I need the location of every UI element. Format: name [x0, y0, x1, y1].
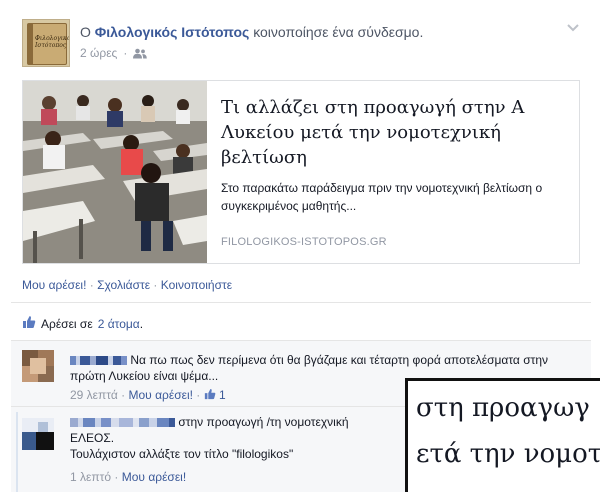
- page-name-link[interactable]: Φιλολογικός Ιστότοπος: [95, 24, 250, 40]
- likes-summary: Αρέσει σε 2 άτομα.: [22, 315, 143, 332]
- link-description: Στο παρακάτω παράδειγμα πριν την νομοτεχ…: [221, 181, 543, 213]
- comment-button[interactable]: Σχολιάστε: [97, 278, 150, 292]
- comment-2-like-button[interactable]: Μου αρέσει!: [122, 470, 186, 484]
- thumbs-up-icon: [22, 315, 36, 332]
- action-separator: ·: [153, 278, 158, 292]
- likes-suffix: .: [139, 316, 144, 331]
- comment-2-time[interactable]: 1 λεπτό: [70, 470, 111, 484]
- book-logo-icon: Φιλολογικός Ιστότοπος: [27, 23, 69, 65]
- like-button[interactable]: Μου αρέσει!: [22, 278, 86, 292]
- commenter-name-blurred[interactable]: [70, 415, 178, 429]
- headline-prefix: Ο: [80, 24, 91, 40]
- comment-1-meta: 29 λεπτά · Μου αρέσει! · 1: [70, 388, 226, 402]
- audience-friends-icon[interactable]: [133, 48, 148, 59]
- reply-indent-line: [16, 412, 18, 492]
- page-avatar[interactable]: Φιλολογικός Ιστότοπος: [22, 19, 70, 67]
- likes-count-link[interactable]: 2 άτομα: [98, 317, 140, 331]
- link-preview-card[interactable]: Τι αλλάζει στη προαγωγή στην Α Λυκείου μ…: [22, 80, 580, 264]
- commenter-name-blurred[interactable]: [70, 353, 130, 367]
- comment-2-text-line3: Τουλάχιστον αλλάξτε τον τίτλο "filologik…: [70, 447, 294, 461]
- feed-post: Φιλολογικός Ιστότοπος Ο Φιλολογικός Ιστό…: [0, 0, 600, 492]
- zoom-inset: στη προαγωγ ετά την νομοτ: [405, 378, 600, 492]
- zoom-line-1: στη προαγωγ: [416, 393, 590, 423]
- divider: [11, 302, 591, 303]
- comment-2-text-line1: στην προαγωγή /τη νομοτεχνική: [178, 415, 349, 429]
- comment-2-text-line2: ΕΛΕΟΣ.: [70, 431, 115, 445]
- post-headline: Ο Φιλολογικός Ιστότοπος κοινοποίησε ένα …: [80, 24, 423, 40]
- meta-separator: ·: [196, 388, 201, 402]
- action-separator: ·: [89, 278, 94, 292]
- zoom-line-2: ετά την νομοτ: [416, 439, 600, 469]
- avatar-logo-text: Φιλολογικός Ιστότοπος: [35, 35, 69, 49]
- comment-like-thumbs-icon[interactable]: [204, 388, 219, 402]
- comment-2-body: στην προαγωγή /τη νομοτεχνική ΕΛΕΟΣ. Του…: [70, 414, 400, 462]
- divider: [11, 340, 591, 341]
- headline-action: κοινοποίησε ένα σύνδεσμο.: [253, 24, 424, 40]
- comment-1-like-count[interactable]: 1: [219, 388, 226, 402]
- classroom-photo[interactable]: [23, 81, 207, 263]
- comment-1-time[interactable]: 29 λεπτά: [70, 388, 118, 402]
- post-timestamp[interactable]: 2 ώρες: [80, 46, 117, 60]
- post-meta: 2 ώρες ·: [80, 46, 148, 60]
- share-button[interactable]: Κοινοποιήστε: [161, 278, 232, 292]
- meta-separator: ·: [114, 470, 119, 484]
- meta-separator: ·: [121, 388, 126, 402]
- link-domain: FILOLOGIKOS-ISTOTOPOS.GR: [221, 236, 387, 248]
- likes-prefix: Αρέσει σε: [41, 316, 93, 331]
- link-title[interactable]: Τι αλλάζει στη προαγωγή στην Α Λυκείου μ…: [221, 95, 561, 170]
- comment-2-meta: 1 λεπτό · Μου αρέσει!: [70, 470, 186, 484]
- meta-separator: ·: [123, 46, 128, 60]
- commenter-avatar[interactable]: [22, 350, 54, 382]
- commenter-avatar[interactable]: [22, 418, 54, 450]
- chevron-down-icon[interactable]: [566, 22, 580, 32]
- comment-1-like-button[interactable]: Μου αρέσει!: [129, 388, 193, 402]
- post-actions: Μου αρέσει! · Σχολιάστε · Κοινοποιήστε: [22, 278, 232, 292]
